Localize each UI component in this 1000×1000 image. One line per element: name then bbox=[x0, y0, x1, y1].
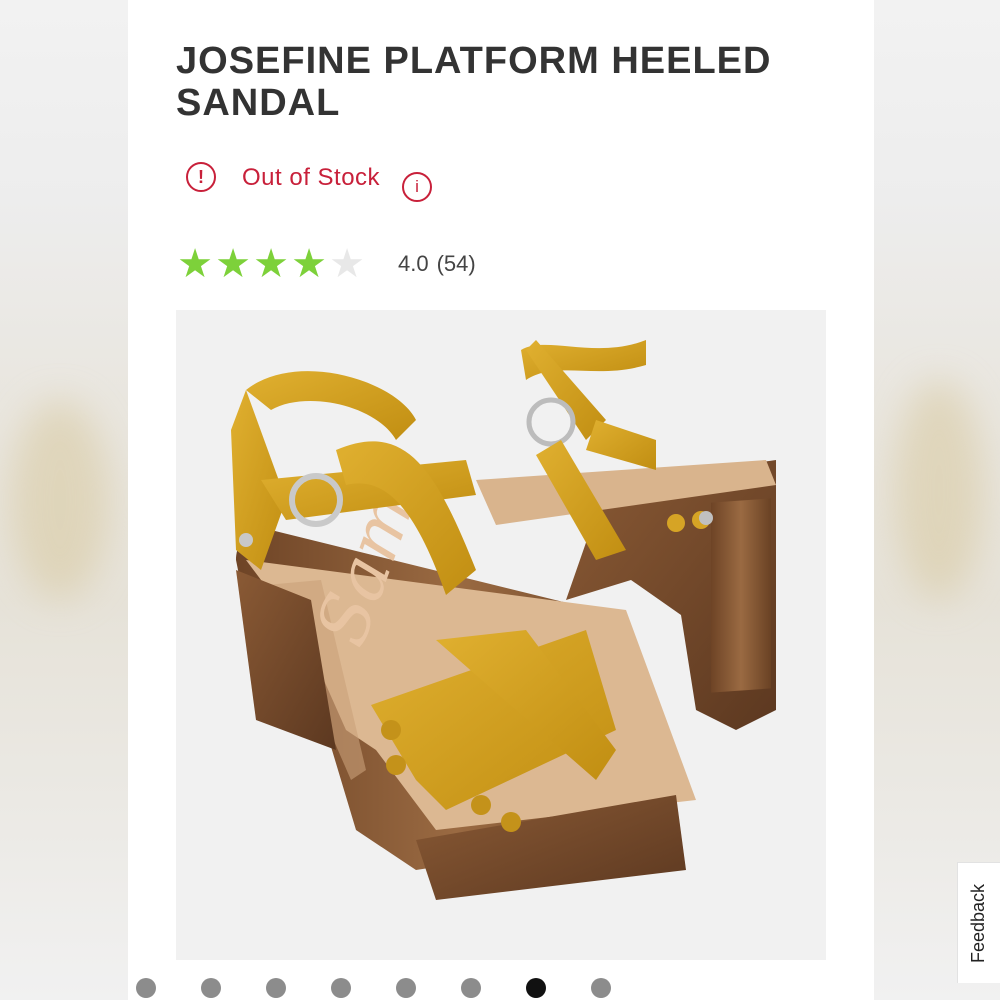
gallery-pagination bbox=[136, 978, 656, 998]
star-filled-icon: ★ bbox=[177, 242, 213, 286]
stock-status-text: Out of Stock bbox=[242, 164, 381, 191]
gallery-dot[interactable] bbox=[266, 978, 286, 998]
background-blur-left bbox=[0, 0, 128, 1000]
product-panel: JOSEFINE PLATFORM HEELED SANDAL ! Out of… bbox=[128, 0, 874, 1000]
sandal-photo: Sam bbox=[176, 310, 826, 960]
star-empty-icon: ★ bbox=[329, 242, 365, 286]
alert-icon: ! bbox=[186, 162, 216, 192]
feedback-tab[interactable]: Feedback bbox=[957, 862, 1000, 983]
star-filled-icon: ★ bbox=[291, 242, 327, 286]
gallery-dot[interactable] bbox=[526, 978, 546, 998]
feedback-label: Feedback bbox=[968, 883, 989, 963]
background-blur-right bbox=[874, 0, 1000, 1000]
gallery-dot[interactable] bbox=[331, 978, 351, 998]
gallery-dot[interactable] bbox=[396, 978, 416, 998]
product-image[interactable]: Sam bbox=[176, 310, 826, 960]
rating-value: 4.0 bbox=[398, 251, 429, 276]
gallery-dot[interactable] bbox=[461, 978, 481, 998]
gallery-dot[interactable] bbox=[201, 978, 221, 998]
rating-summary[interactable]: ★ ★ ★ ★ ★ 4.0 (54) bbox=[176, 244, 476, 284]
product-title: JOSEFINE PLATFORM HEELED SANDAL bbox=[176, 40, 772, 124]
star-filled-icon: ★ bbox=[215, 242, 251, 286]
stock-status: ! Out of Stock i bbox=[186, 162, 433, 202]
review-count[interactable]: (54) bbox=[437, 251, 476, 277]
info-icon[interactable]: i bbox=[402, 172, 433, 202]
gallery-dot[interactable] bbox=[136, 978, 156, 998]
star-rating: ★ ★ ★ ★ ★ bbox=[176, 244, 366, 284]
gallery-dot[interactable] bbox=[591, 978, 611, 998]
star-filled-icon: ★ bbox=[253, 242, 289, 286]
